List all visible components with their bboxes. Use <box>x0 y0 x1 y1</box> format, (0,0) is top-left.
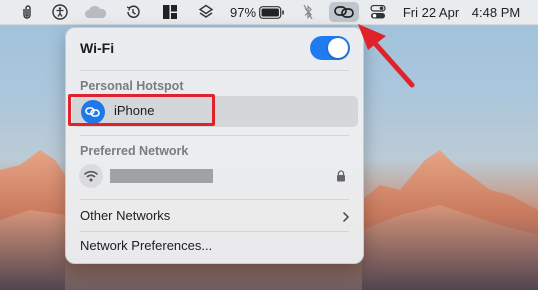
personal-hotspot-icon[interactable] <box>329 2 359 22</box>
time-machine-icon[interactable] <box>123 0 143 24</box>
cloud-icon[interactable] <box>83 0 109 24</box>
wifi-toggle-knob <box>328 38 348 58</box>
network-preferences-item[interactable]: Network Preferences... <box>80 238 212 253</box>
wifi-signal-icon[interactable] <box>79 164 103 188</box>
preferred-network-name-redacted[interactable] <box>110 169 213 183</box>
divider <box>80 135 349 136</box>
window-grid-icon[interactable] <box>160 0 180 24</box>
annotation-highlight-box <box>68 94 215 126</box>
other-networks-item[interactable]: Other Networks <box>80 208 170 223</box>
accessibility-icon[interactable] <box>50 0 70 24</box>
divider <box>80 199 349 200</box>
wifi-title: Wi-Fi <box>80 40 115 56</box>
menubar-date[interactable]: Fri 22 Apr <box>400 0 462 24</box>
divider <box>80 231 349 232</box>
wifi-toggle[interactable] <box>310 36 350 60</box>
layers-icon[interactable] <box>196 0 216 24</box>
battery-percent: 97% <box>229 4 257 20</box>
menu-bar: 97% Fri 22 Apr 4:48 PM <box>0 0 538 25</box>
menubar-time[interactable]: 4:48 PM <box>468 0 524 24</box>
bluetooth-icon[interactable] <box>300 0 316 24</box>
preferred-network-header: Preferred Network <box>80 144 189 158</box>
control-center-icon[interactable] <box>367 0 389 24</box>
battery-icon[interactable] <box>258 0 286 24</box>
chevron-right-icon[interactable] <box>342 210 350 228</box>
paperclip-icon[interactable] <box>18 0 36 24</box>
personal-hotspot-header: Personal Hotspot <box>80 79 184 93</box>
divider <box>80 70 349 71</box>
lock-icon <box>336 169 346 187</box>
wifi-dropdown-panel: Wi-Fi Personal Hotspot iPhone Preferred … <box>65 27 364 264</box>
